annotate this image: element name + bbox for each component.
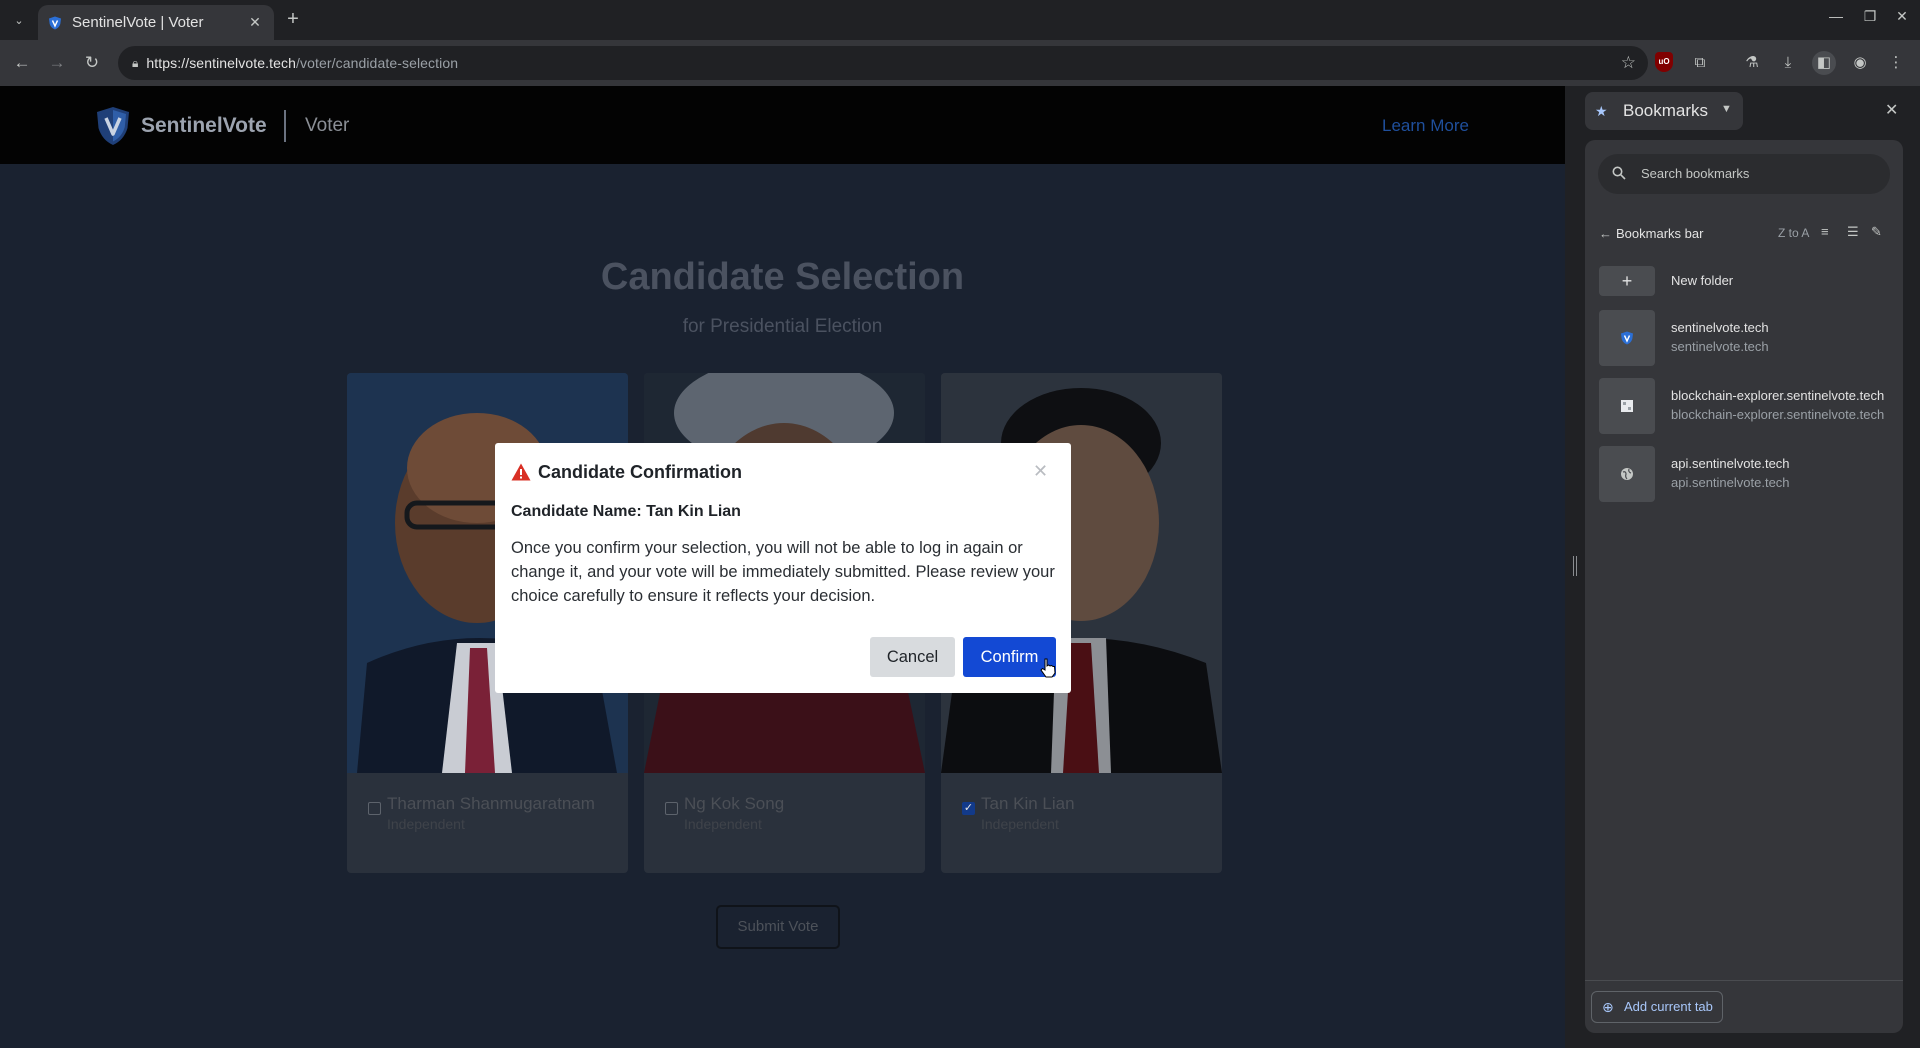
address-bar[interactable]: 🔒︎ https://sentinelvote.tech/voter/candi… [118, 46, 1648, 80]
sentinelvote-favicon-icon [49, 16, 61, 29]
dialog-candidate-name: Candidate Name: Tan Kin Lian [511, 503, 741, 520]
side-panel-resize-handle[interactable] [1565, 86, 1585, 1048]
sentinelvote-logo-icon[interactable] [95, 106, 131, 146]
sort-filter-icon[interactable]: ≡ [1821, 224, 1829, 239]
site-header: SentinelVote Voter Learn More [0, 86, 1565, 164]
search-placeholder: Search bookmarks [1641, 166, 1750, 181]
window-close-icon[interactable]: ✕ [1890, 8, 1914, 25]
sort-order[interactable]: Z to A [1778, 226, 1809, 240]
brand-name[interactable]: SentinelVote [141, 114, 267, 138]
dropdown-caret-icon: ▼ [1721, 103, 1732, 115]
warning-icon [511, 463, 531, 481]
bookmark-thumbnail [1599, 310, 1655, 366]
cancel-button[interactable]: Cancel [870, 637, 955, 677]
page-subtitle: for Presidential Election [682, 316, 883, 337]
resize-grip-icon [1573, 556, 1577, 576]
restore-icon[interactable]: ❐ [1858, 8, 1882, 25]
bookmark-item[interactable]: blockchain-explorer.sentinelvote.tech bl… [1599, 378, 1899, 434]
candidate-checkbox-checked[interactable]: ✓ [962, 802, 975, 815]
side-panel-icon[interactable]: ◧ [1812, 51, 1836, 75]
back-icon[interactable]: ← [10, 51, 34, 75]
candidate-name: Tan Kin Lian [981, 794, 1075, 813]
candidate-party: Independent [387, 816, 465, 832]
new-folder-button[interactable]: + New folder [1599, 266, 1899, 296]
add-current-tab-button[interactable]: ⊕ Add current tab [1591, 991, 1723, 1023]
url-text: https://sentinelvote.tech/voter/candidat… [146, 55, 458, 71]
candidate-name: Tharman Shanmugaratnam [387, 794, 595, 813]
extensions-icon[interactable]: ⧉ [1688, 51, 1712, 75]
tab-close-icon[interactable]: ✕ [246, 14, 264, 31]
sentinelvote-favicon-icon [1621, 331, 1633, 345]
new-folder-label: New folder [1671, 273, 1734, 288]
brand-divider [284, 110, 286, 142]
menu-icon[interactable]: ⋮ [1884, 51, 1908, 75]
bookmark-title: api.sentinelvote.tech [1671, 456, 1790, 471]
side-panel-selector[interactable]: ★ Bookmarks ▼ [1585, 92, 1743, 130]
bookmark-star-icon[interactable]: ☆ [1621, 53, 1636, 73]
bookmark-thumbnail [1599, 446, 1655, 502]
bookmark-item[interactable]: api.sentinelvote.tech api.sentinelvote.t… [1599, 446, 1899, 502]
active-tab[interactable]: SentinelVote | Voter ✕ [38, 5, 274, 40]
hand-cursor-icon [1040, 658, 1056, 678]
tab-strip: ⌄ SentinelVote | Voter ✕ + — ❐ ✕ [0, 0, 1920, 40]
plus-icon: + [1599, 266, 1655, 296]
search-icon [1612, 166, 1626, 180]
bookmarks-search-input[interactable]: Search bookmarks [1598, 154, 1890, 194]
bookmarks-content: Search bookmarks ← Bookmarks bar Z to A ≡… [1585, 140, 1903, 1033]
bookmark-url: api.sentinelvote.tech [1671, 475, 1790, 490]
browser-toolbar: ← → ↻ 🔒︎ https://sentinelvote.tech/voter… [0, 40, 1920, 86]
brand-section: Voter [305, 115, 350, 136]
candidate-checkbox[interactable] [368, 802, 381, 815]
profile-icon[interactable]: ◉ [1848, 51, 1872, 75]
candidate-checkbox[interactable] [665, 802, 678, 815]
lock-icon: 🔒︎ [132, 55, 139, 70]
dialog-message: Once you confirm your selection, you wil… [511, 539, 1055, 605]
dialog-close-icon[interactable]: ✕ [1033, 461, 1048, 482]
new-tab-icon[interactable]: + [282, 9, 304, 31]
bookmark-thumbnail [1599, 378, 1655, 434]
add-current-tab-label: Add current tab [1624, 999, 1713, 1014]
url-domain: https://sentinelvote.tech [146, 55, 296, 71]
edit-pencil-icon[interactable]: ✎ [1871, 224, 1882, 240]
learn-more-link[interactable]: Learn More [1382, 116, 1469, 136]
side-panel-close-icon[interactable]: ✕ [1885, 100, 1898, 120]
folder-breadcrumb[interactable]: ← Bookmarks bar [1599, 226, 1703, 241]
globe-icon [1621, 468, 1633, 480]
candidate-party: Independent [981, 816, 1059, 832]
ublock-extension-icon[interactable]: uO [1655, 52, 1673, 72]
minimize-icon[interactable]: — [1824, 8, 1848, 24]
add-circle-icon: ⊕ [1602, 999, 1614, 1015]
dialog-title: Candidate Confirmation [538, 462, 743, 482]
url-path: /voter/candidate-selection [295, 55, 459, 71]
list-view-icon[interactable]: ☰ [1847, 224, 1859, 240]
candidate-party: Independent [684, 816, 762, 832]
reload-icon[interactable]: ↻ [80, 51, 104, 75]
downloads-icon[interactable]: ⤓ [1776, 51, 1800, 75]
bookmark-url: blockchain-explorer.sentinelvote.tech [1671, 407, 1885, 422]
confirmation-dialog: Candidate Confirmation ✕ Candidate Name:… [495, 443, 1071, 693]
folder-name: Bookmarks bar [1616, 226, 1704, 241]
submit-vote-button[interactable]: Submit Vote [716, 905, 840, 949]
bookmark-title: blockchain-explorer.sentinelvote.tech [1671, 388, 1885, 403]
bookmark-url: sentinelvote.tech [1671, 339, 1769, 354]
page-title: Candidate Selection [600, 256, 965, 298]
generic-page-icon [1621, 400, 1633, 412]
back-arrow-icon: ← [1599, 226, 1612, 241]
labs-flask-icon[interactable]: ⚗ [1740, 51, 1764, 75]
footer-divider [1585, 980, 1903, 981]
candidate-name: Ng Kok Song [684, 794, 785, 813]
bookmark-title: sentinelvote.tech [1671, 320, 1769, 335]
tab-search-chevron-icon[interactable]: ⌄ [8, 9, 30, 31]
side-panel-title: Bookmarks [1623, 101, 1709, 120]
forward-icon[interactable]: → [45, 51, 69, 75]
bookmark-item[interactable]: sentinelvote.tech sentinelvote.tech [1599, 310, 1899, 366]
bookmarks-star-icon: ★ [1595, 103, 1608, 119]
tab-title: SentinelVote | Voter [72, 14, 204, 31]
bookmarks-side-panel: ★ Bookmarks ▼ ✕ Search bookmarks ← Bookma… [1585, 86, 1920, 1048]
